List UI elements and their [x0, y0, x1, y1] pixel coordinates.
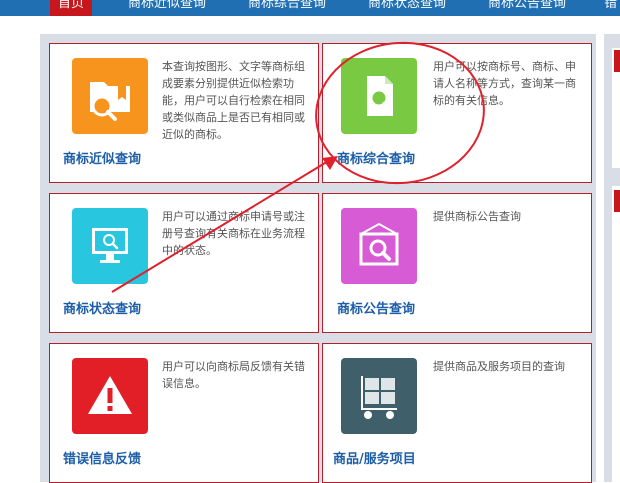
- sidebar-panel: [612, 186, 620, 482]
- service-panel: 商标近似查询 本查询按图形、文字等商标组成要素分别提供近似检索功能，用户可以自行…: [40, 34, 596, 483]
- top-nav: 首页 商标近似查询 商标综合查询 商标状态查询 商标公告查询 错: [0, 0, 620, 16]
- card-description: 用户可以按商标号、商标、申请人名称等方式，查询某一商标的有关信息。: [433, 60, 576, 107]
- tab-similar-search[interactable]: 商标近似查询: [128, 0, 206, 16]
- folder-search-icon: [72, 58, 148, 134]
- card-title[interactable]: 错误信息反馈: [63, 448, 141, 467]
- card-description: 用户可以向商标局反馈有关错误信息。: [162, 360, 305, 390]
- tab-error-feedback[interactable]: 错: [604, 0, 617, 16]
- cart-icon: [341, 358, 417, 434]
- card-description: 提供商品及服务项目的查询: [433, 360, 565, 373]
- card-title[interactable]: 商标公告查询: [337, 298, 415, 317]
- card-title[interactable]: 商标综合查询: [337, 148, 415, 167]
- card-status-search[interactable]: 商标状态查询 用户可以通过商标申请号或注册号查询有关商标在业务流程中的状态。: [49, 193, 319, 333]
- tab-comprehensive-search[interactable]: 商标综合查询: [248, 0, 326, 16]
- card-goods-services[interactable]: 商品/服务项目 提供商品及服务项目的查询: [322, 343, 592, 483]
- tab-home[interactable]: 首页: [50, 0, 93, 16]
- card-similar-search[interactable]: 商标近似查询 本查询按图形、文字等商标组成要素分别提供近似检索功能，用户可以自行…: [49, 43, 319, 183]
- card-description: 本查询按图形、文字等商标组成要素分别提供近似检索功能，用户可以自行检索在相同或类…: [162, 60, 305, 141]
- card-description: 提供商标公告查询: [433, 210, 521, 223]
- card-description: 用户可以通过商标申请号或注册号查询有关商标在业务流程中的状态。: [162, 210, 305, 257]
- notice-search-icon: [341, 208, 417, 284]
- card-title[interactable]: 商标近似查询: [63, 148, 141, 167]
- monitor-search-icon: [72, 208, 148, 284]
- tab-notice-search[interactable]: 商标公告查询: [488, 0, 566, 16]
- warning-icon: [72, 358, 148, 434]
- card-title[interactable]: 商品/服务项目: [333, 448, 416, 467]
- sidebar-marker: [614, 50, 620, 72]
- card-error-feedback[interactable]: 错误信息反馈 用户可以向商标局反馈有关错误信息。: [49, 343, 319, 483]
- sidebar-marker: [614, 190, 620, 212]
- document-search-icon: [341, 58, 417, 134]
- card-comprehensive-search[interactable]: 商标综合查询 用户可以按商标号、商标、申请人名称等方式，查询某一商标的有关信息。: [322, 43, 592, 183]
- card-notice-search[interactable]: 商标公告查询 提供商标公告查询: [322, 193, 592, 333]
- tab-status-search[interactable]: 商标状态查询: [368, 0, 446, 16]
- card-title[interactable]: 商标状态查询: [63, 298, 141, 317]
